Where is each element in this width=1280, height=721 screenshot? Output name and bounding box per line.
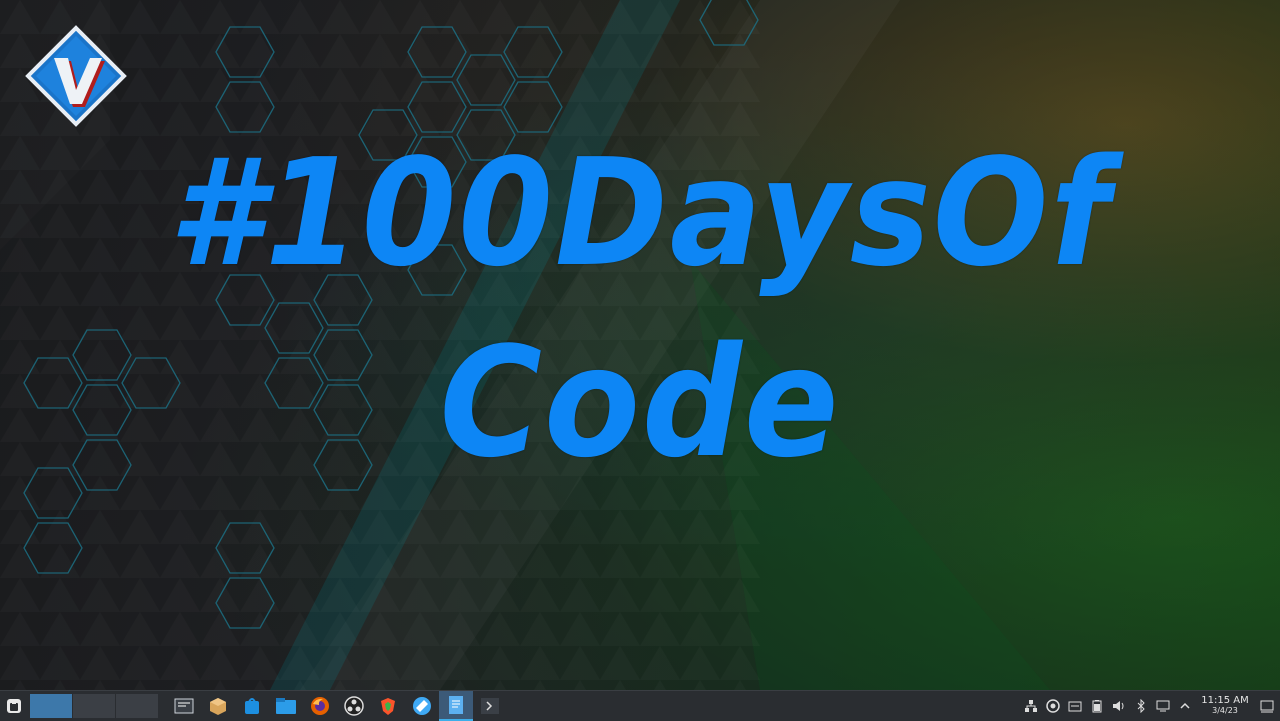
- system-monitor-icon[interactable]: [167, 691, 201, 721]
- krita-icon[interactable]: [405, 691, 439, 721]
- bluetooth-icon[interactable]: [1130, 691, 1152, 721]
- virtual-desktop-3[interactable]: [116, 694, 158, 718]
- digital-clock[interactable]: 11:15 AM 3/4/23: [1196, 696, 1254, 716]
- clock-date: 3/4/23: [1212, 706, 1238, 715]
- channel-logo: [25, 25, 127, 127]
- desktop-wallpaper: #100DaysOf Code: [0, 0, 1280, 690]
- system-tray: 11:15 AM 3/4/23: [1020, 691, 1280, 721]
- display-icon[interactable]: [1152, 691, 1174, 721]
- virtual-desktop-1[interactable]: [30, 694, 72, 718]
- package-manager-icon[interactable]: [201, 691, 235, 721]
- virtual-desktop-2[interactable]: [73, 694, 115, 718]
- vpn-icon[interactable]: [1042, 691, 1064, 721]
- virtual-desktop-pager: [30, 694, 159, 718]
- application-launcher-icon[interactable]: [0, 691, 28, 721]
- obs-studio-icon[interactable]: [337, 691, 371, 721]
- volume-icon[interactable]: [1108, 691, 1130, 721]
- file-manager-icon[interactable]: [269, 691, 303, 721]
- network-icon[interactable]: [1020, 691, 1042, 721]
- expand-tray-icon[interactable]: [1174, 691, 1196, 721]
- text-editor-icon[interactable]: [439, 691, 473, 721]
- headline-line-2: Code: [439, 314, 841, 491]
- show-desktop-icon[interactable]: [1254, 691, 1280, 721]
- clock-time: 11:15 AM: [1201, 695, 1249, 706]
- clipboard-icon[interactable]: [1064, 691, 1086, 721]
- firefox-icon[interactable]: [303, 691, 337, 721]
- terminal-icon[interactable]: [473, 691, 507, 721]
- headline-line-1: #100DaysOf: [168, 127, 1112, 299]
- brave-browser-icon[interactable]: [371, 691, 405, 721]
- battery-icon[interactable]: [1086, 691, 1108, 721]
- taskbar: 11:15 AM 3/4/23: [0, 690, 1280, 721]
- software-store-icon[interactable]: [235, 691, 269, 721]
